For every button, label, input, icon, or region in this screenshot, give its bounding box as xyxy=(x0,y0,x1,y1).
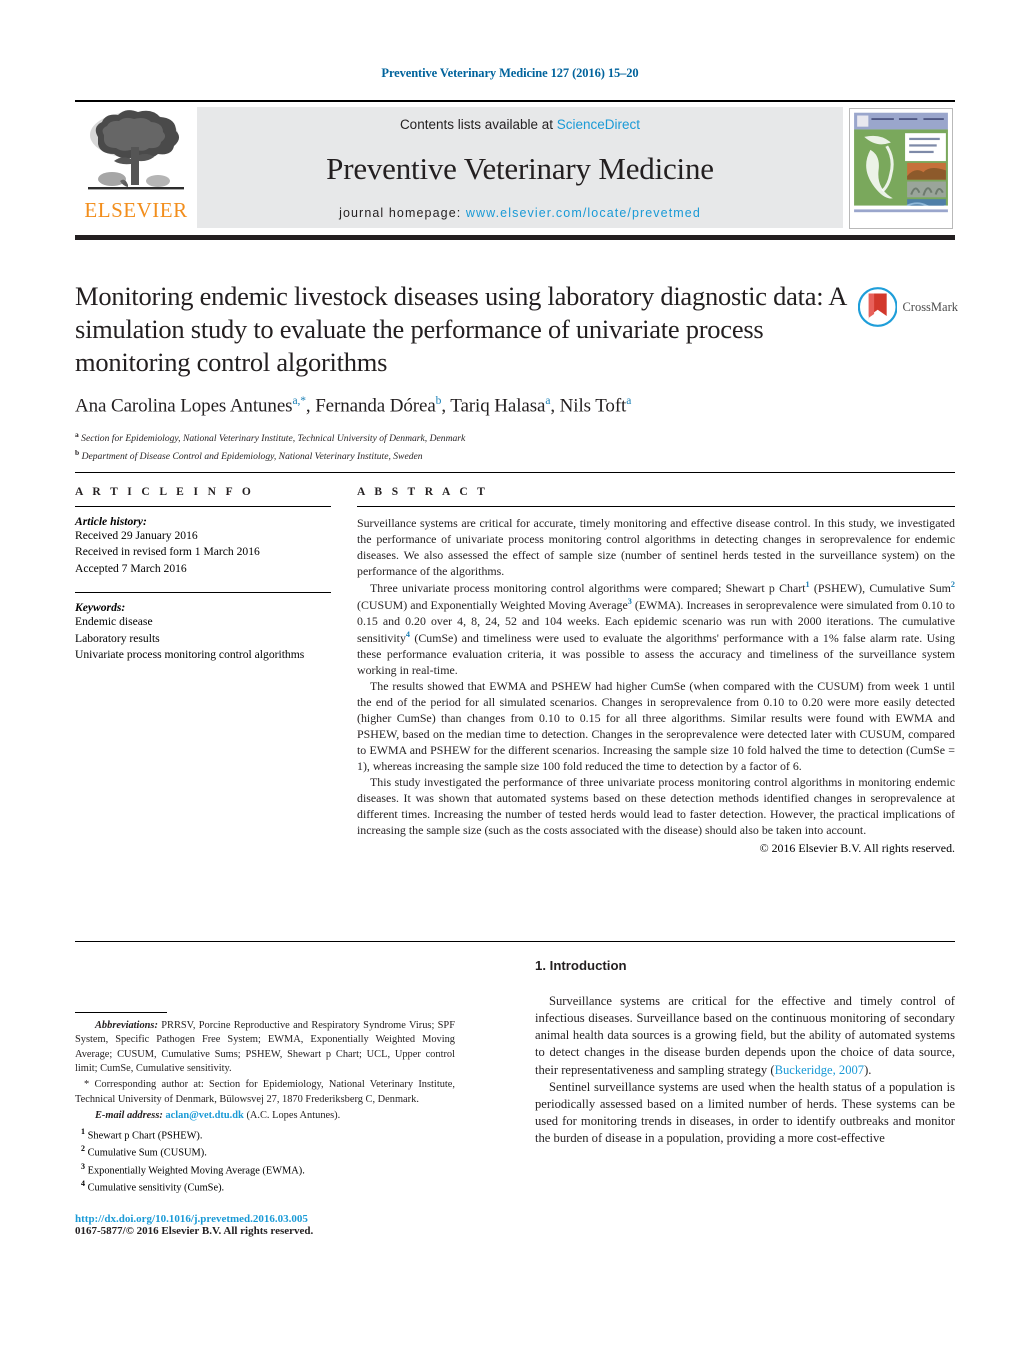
footnote-marker: 2 xyxy=(81,1144,85,1154)
crossmark-badge[interactable]: CrossMark xyxy=(858,284,958,330)
email-owner: (A.C. Lopes Antunes). xyxy=(246,1110,341,1122)
abstract-paragraph: This study investigated the performance … xyxy=(357,774,955,837)
elsevier-wordmark: ELSEVIER xyxy=(84,198,188,222)
journal-homepage-link[interactable]: www.elsevier.com/locate/prevetmed xyxy=(466,206,701,220)
footnote-rule xyxy=(75,1012,167,1013)
abstract-body: Surveillance systems are critical for ac… xyxy=(357,515,955,856)
corresponding-author-note: * Corresponding author at: Section for E… xyxy=(75,1079,455,1105)
article-info-heading: A R T I C L E I N F O xyxy=(75,486,255,498)
footnote-text: Cumulative sensitivity (CumSe). xyxy=(87,1182,225,1194)
abstract-copyright: © 2016 Elsevier B.V. All rights reserved… xyxy=(759,840,955,855)
keyword-item: Endemic disease xyxy=(75,615,153,629)
email-label: E-mail address: xyxy=(95,1110,163,1122)
journal-band: Contents lists available at ScienceDirec… xyxy=(197,107,843,228)
keywords-label: Keywords: xyxy=(75,601,126,615)
journal-article-page: Preventive Veterinary Medicine 127 (2016… xyxy=(0,0,1020,1351)
crossmark-icon xyxy=(858,287,898,327)
elsevier-logo: ELSEVIER xyxy=(75,102,197,235)
article-history-item: Received 29 January 2016 xyxy=(75,529,198,542)
affiliation-list: a Section for Epidemiology, National Vet… xyxy=(75,429,855,465)
numbered-footnote: 4 Cumulative sensitivity (CumSe). xyxy=(75,1178,455,1196)
affiliation-a: a Section for Epidemiology, National Vet… xyxy=(75,429,855,447)
journal-cover-thumbnail xyxy=(849,108,953,229)
abstract-column: A B S T R A C T Surveillance systems are… xyxy=(357,486,955,856)
article-info-rule xyxy=(75,506,331,507)
footnote-text: Cumulative Sum (CUSUM). xyxy=(87,1147,207,1159)
affiliation-b: b Department of Disease Control and Epid… xyxy=(75,447,855,465)
footnote-marker: 3 xyxy=(81,1161,85,1171)
abstract-paragraph: Surveillance systems are critical for ac… xyxy=(357,516,955,578)
sciencedirect-link[interactable]: ScienceDirect xyxy=(557,117,640,132)
paper-title: Monitoring endemic livestock diseases us… xyxy=(75,281,846,378)
footnotes-column: Abbreviations: PRRSV, Porcine Reproducti… xyxy=(75,1012,455,1237)
abstract-paragraph: The results showed that EWMA and PSHEW h… xyxy=(357,678,955,773)
contents-available-line: Contents lists available at ScienceDirec… xyxy=(400,117,640,132)
affiliation-text-a: Section for Epidemiology, National Veter… xyxy=(81,432,466,444)
doi-block: http://dx.doi.org/10.1016/j.prevetmed.20… xyxy=(75,1213,455,1237)
introduction-heading: 1. Introduction xyxy=(535,958,627,973)
introduction-paragraph: Sentinel surveillance systems are used w… xyxy=(535,1079,955,1145)
issn-copyright-line: 0167-5877/© 2016 Elsevier B.V. All right… xyxy=(75,1224,314,1237)
contents-prefix: Contents lists available at xyxy=(399,117,557,132)
doi-link[interactable]: http://dx.doi.org/10.1016/j.prevetmed.20… xyxy=(75,1213,455,1225)
affiliation-marker-a: a xyxy=(75,429,79,439)
article-history-item: Accepted 7 March 2016 xyxy=(75,561,187,575)
author-list: Ana Carolina Lopes Antunesa,*, Fernanda … xyxy=(75,395,632,417)
keyword-item: Univariate process monitoring control al… xyxy=(75,648,305,662)
elsevier-tree-icon xyxy=(84,107,188,199)
article-info-column: A R T I C L E I N F O Article history: R… xyxy=(75,486,331,664)
introduction-body: Surveillance systems are critical for th… xyxy=(535,993,955,1147)
affiliation-text-b: Department of Disease Control and Epidem… xyxy=(81,450,423,462)
numbered-footnote: 2 Cumulative Sum (CUSUM). xyxy=(75,1143,455,1161)
introduction-column: 1. Introduction Surveillance systems are… xyxy=(535,958,955,1147)
abstract-heading: A B S T R A C T xyxy=(357,486,489,498)
journal-masthead: ELSEVIER Contents lists available at Sci… xyxy=(75,100,955,240)
abbreviations-note: Abbreviations: PRRSV, Porcine Reproducti… xyxy=(75,1019,455,1076)
crossmark-label: CrossMark xyxy=(902,299,958,314)
footnote-marker: 1 xyxy=(81,1126,85,1136)
introduction-paragraph: Surveillance systems are critical for th… xyxy=(535,994,955,1077)
footnote-marker: 4 xyxy=(81,1179,85,1189)
homepage-prefix: journal homepage: xyxy=(339,206,466,220)
article-history-label: Article history: xyxy=(75,515,147,528)
abstract-rule xyxy=(357,506,955,507)
abstract-paragraph: Three univariate process monitoring cont… xyxy=(357,580,956,677)
footnote-text: Shewart p Chart (PSHEW). xyxy=(87,1129,203,1141)
numbered-footnote: 3 Exponentially Weighted Moving Average … xyxy=(75,1161,455,1179)
journal-title: Preventive Veterinary Medicine xyxy=(326,151,714,186)
journal-homepage-line: journal homepage: www.elsevier.com/locat… xyxy=(339,206,701,220)
footnote-text: Exponentially Weighted Moving Average (E… xyxy=(87,1165,305,1177)
divider-above-abstract xyxy=(75,472,955,473)
divider-below-abstract xyxy=(75,941,955,942)
numbered-footnote: 1 Shewart p Chart (PSHEW). xyxy=(75,1126,455,1144)
keywords-rule xyxy=(75,592,331,594)
abbreviations-label: Abbreviations: xyxy=(95,1020,158,1031)
title-block: Monitoring endemic livestock diseases us… xyxy=(75,280,855,465)
running-head: Preventive Veterinary Medicine 127 (2016… xyxy=(381,66,639,80)
email-link[interactable]: aclan@vet.dtu.dk xyxy=(165,1110,243,1121)
affiliation-marker-b: b xyxy=(75,447,80,457)
email-note: E-mail address: aclan@vet.dtu.dk (A.C. L… xyxy=(75,1109,455,1123)
keyword-item: Laboratory results xyxy=(75,631,160,645)
article-history-item: Received in revised form 1 March 2016 xyxy=(75,545,260,559)
